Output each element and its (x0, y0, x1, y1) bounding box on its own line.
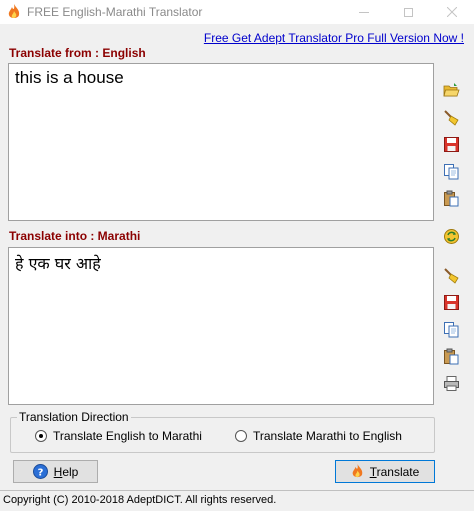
close-button[interactable] (434, 0, 470, 24)
status-bar: Copyright (C) 2010-2018 AdeptDICT. All r… (0, 490, 474, 511)
help-button[interactable]: ? Help (13, 460, 98, 483)
radio-selected-indicator[interactable] (35, 430, 47, 442)
target-text-output[interactable]: हे एक घर आहे (8, 247, 434, 405)
promo-link[interactable]: Free Get Adept Translator Pro Full Versi… (204, 31, 464, 45)
radio-marathi-to-english[interactable]: Translate Marathi to English (235, 429, 402, 443)
close-icon (447, 7, 457, 17)
source-text-input[interactable]: this is a house (8, 63, 434, 221)
help-icon: ? (32, 464, 48, 479)
radio-label: Translate Marathi to English (253, 429, 402, 443)
clear-broom-icon[interactable] (443, 109, 460, 126)
direction-legend: Translation Direction (17, 410, 131, 424)
clear-broom-icon[interactable] (443, 267, 460, 284)
maximize-button[interactable] (390, 0, 426, 24)
svg-text:?: ? (37, 468, 43, 479)
window-title: FREE English-Marathi Translator (27, 5, 203, 19)
minimize-icon (359, 11, 369, 13)
copy-icon[interactable] (443, 163, 460, 180)
open-folder-icon[interactable] (443, 82, 460, 99)
radio-english-to-marathi[interactable]: Translate English to Marathi (35, 429, 202, 443)
target-label: Translate into : Marathi (9, 229, 141, 243)
paste-icon[interactable] (443, 348, 460, 365)
paste-icon[interactable] (443, 190, 460, 207)
translate-label: Translate (369, 464, 420, 479)
save-icon[interactable] (443, 136, 460, 153)
print-icon[interactable] (443, 375, 460, 392)
translate-button[interactable]: Translate (335, 460, 435, 483)
swap-icon[interactable] (443, 228, 460, 245)
flame-app-icon (8, 4, 20, 18)
save-icon[interactable] (443, 294, 460, 311)
maximize-icon (403, 7, 413, 17)
help-label: Help (53, 464, 79, 479)
copy-icon[interactable] (443, 321, 460, 338)
minimize-button[interactable] (346, 0, 382, 24)
radio-label: Translate English to Marathi (53, 429, 202, 443)
flame-icon (352, 464, 362, 478)
source-label: Translate from : English (9, 46, 146, 60)
radio-unselected-indicator[interactable] (235, 430, 247, 442)
title-bar: FREE English-Marathi Translator (0, 0, 474, 24)
